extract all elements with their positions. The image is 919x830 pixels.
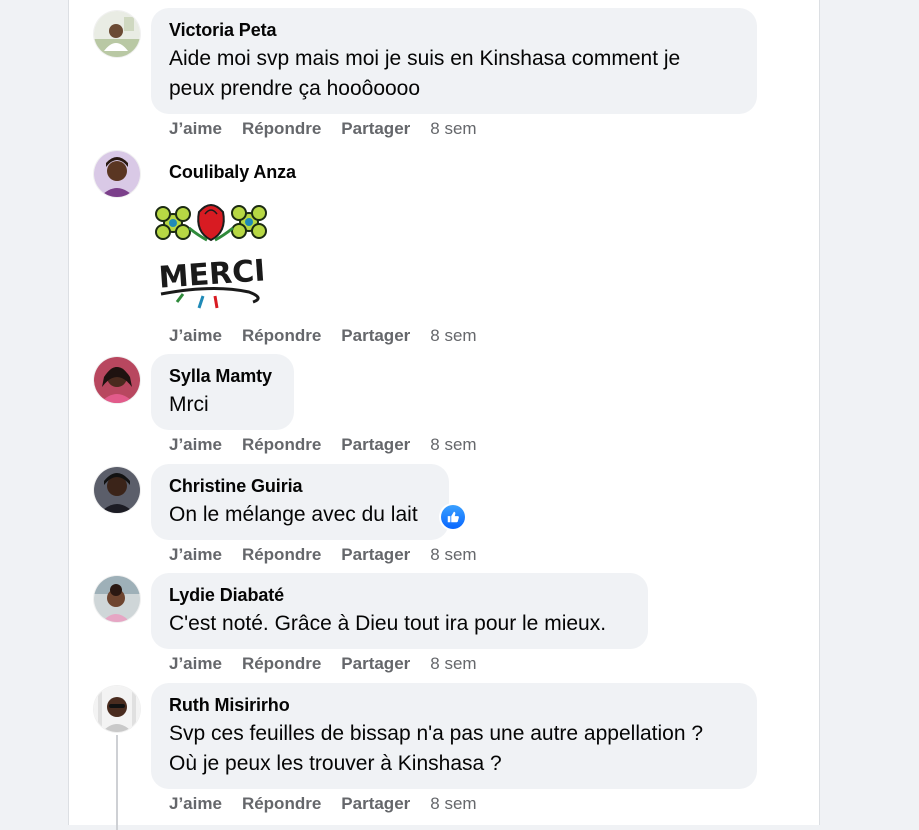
thread-line <box>116 735 118 830</box>
avatar[interactable] <box>94 11 140 57</box>
comment-actions: J’aime Répondre Partager 8 sem <box>169 117 497 141</box>
comment-text-line: Mrci <box>169 393 209 416</box>
share-button[interactable]: Partager <box>341 792 410 816</box>
comment-timestamp[interactable]: 8 sem <box>430 543 476 567</box>
share-button[interactable]: Partager <box>341 324 410 348</box>
comment-text: C'est noté. Grâce à Dieu tout ira pour l… <box>169 609 630 639</box>
avatar[interactable] <box>94 151 140 197</box>
comment-author[interactable]: Lydie Diabaté <box>169 584 630 606</box>
flower-icon <box>231 205 267 239</box>
comment-text: Svp ces feuilles de bissap n'a pas une a… <box>169 719 739 779</box>
comment-bubble: Victoria Peta Aide moi svp mais moi je s… <box>151 8 757 114</box>
avatar[interactable] <box>94 686 140 732</box>
rose-icon <box>188 204 234 242</box>
comment-bubble: Lydie Diabaté C'est noté. Grâce à Dieu t… <box>151 573 648 649</box>
avatar[interactable] <box>94 357 140 403</box>
reply-button[interactable]: Répondre <box>242 652 321 676</box>
comment-actions: J’aime Répondre Partager 8 sem <box>169 652 497 676</box>
like-button[interactable]: J’aime <box>169 792 222 816</box>
like-icon <box>441 505 465 529</box>
comment-bubble: Sylla Mamty Mrci <box>151 354 294 430</box>
comment-bubble: Ruth Misirirho Svp ces feuilles de bissa… <box>151 683 757 789</box>
flower-icon <box>155 206 191 240</box>
comment-text-line: peux prendre ça hooôoooo <box>169 77 421 100</box>
like-button[interactable]: J’aime <box>169 652 222 676</box>
share-button[interactable]: Partager <box>341 117 410 141</box>
reply-button[interactable]: Répondre <box>242 117 321 141</box>
share-button[interactable]: Partager <box>341 433 410 457</box>
like-button[interactable]: J’aime <box>169 433 222 457</box>
like-button[interactable]: J’aime <box>169 543 222 567</box>
like-button[interactable]: J’aime <box>169 324 222 348</box>
comment-actions: J’aime Répondre Partager 8 sem <box>169 324 497 348</box>
comment-text: Aide moi svp mais moi je suis en Kinshas… <box>169 44 739 104</box>
comment-text-line: Aide moi svp mais moi je suis en Kinshas… <box>169 47 681 70</box>
reply-button[interactable]: Répondre <box>242 324 321 348</box>
comment-author[interactable]: Ruth Misirirho <box>169 694 739 716</box>
reply-button[interactable]: Répondre <box>242 792 321 816</box>
comments-panel: Victoria Peta Aide moi svp mais moi je s… <box>68 0 820 830</box>
comment-text-line: Svp ces feuilles de bissap n'a pas une a… <box>169 722 704 745</box>
comment-bubble: Christine Guiria On le mélange avec du l… <box>151 464 449 540</box>
comment-text-line: On le mélange avec du lait <box>169 503 418 526</box>
comment-timestamp[interactable]: 8 sem <box>430 324 476 348</box>
avatar[interactable] <box>94 467 140 513</box>
comment-author[interactable]: Coulibaly Anza <box>169 161 296 183</box>
comment-actions: J’aime Répondre Partager 8 sem <box>169 543 497 567</box>
comment-author[interactable]: Sylla Mamty <box>169 365 276 387</box>
reaction-badge[interactable] <box>439 503 467 531</box>
share-button[interactable]: Partager <box>341 652 410 676</box>
comment-text-line: Où je peux les trouver à Kinshasa ? <box>169 752 502 775</box>
comment-actions: J’aime Répondre Partager 8 sem <box>169 433 497 457</box>
like-button[interactable]: J’aime <box>169 117 222 141</box>
comment-text-line: C'est noté. Grâce à Dieu tout ira pour l… <box>169 612 607 635</box>
comment-author[interactable]: Christine Guiria <box>169 475 431 497</box>
share-button[interactable]: Partager <box>341 543 410 567</box>
comment-timestamp[interactable]: 8 sem <box>430 433 476 457</box>
comment-text: On le mélange avec du lait <box>169 500 431 530</box>
comment-actions: J’aime Répondre Partager 8 sem <box>169 792 497 816</box>
avatar[interactable] <box>94 576 140 622</box>
merci-sticker: MERCI <box>153 198 273 310</box>
comment-text: Mrci <box>169 390 276 420</box>
comment-timestamp[interactable]: 8 sem <box>430 117 476 141</box>
comment-timestamp[interactable]: 8 sem <box>430 792 476 816</box>
reply-button[interactable]: Répondre <box>242 433 321 457</box>
comment-author[interactable]: Victoria Peta <box>169 19 739 41</box>
comment-timestamp[interactable]: 8 sem <box>430 652 476 676</box>
reply-button[interactable]: Répondre <box>242 543 321 567</box>
